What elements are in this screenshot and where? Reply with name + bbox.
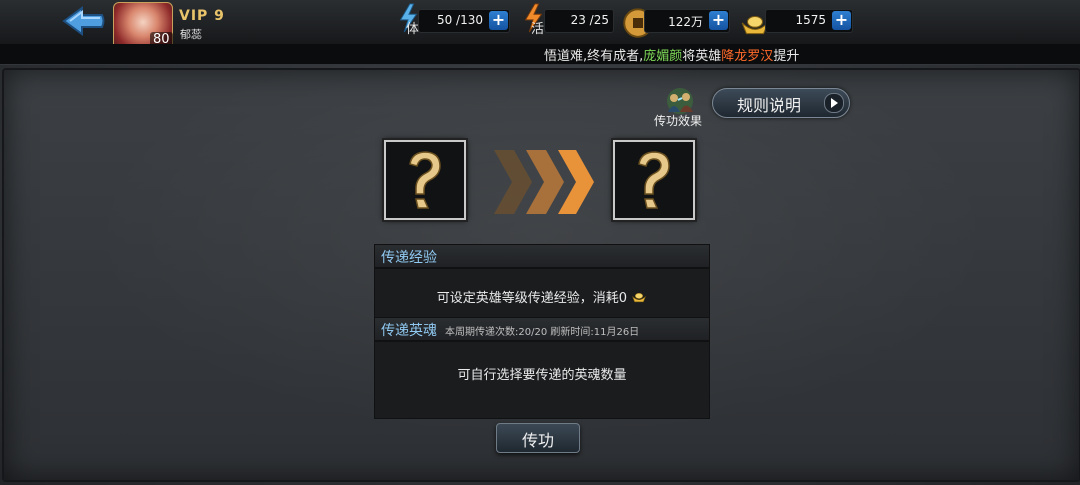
exp-section-body[interactable]: 可设定英雄等级传递经验，消耗0: [374, 268, 710, 318]
ingot-value: 1575: [795, 13, 826, 27]
question-mark-icon: [409, 151, 441, 209]
coin-add-button[interactable]: +: [709, 11, 728, 30]
stamina-add-button[interactable]: +: [489, 11, 508, 30]
coin-counter: 122万 +: [644, 9, 730, 33]
soul-transfer-count: 本周期传递次数:20/20 刷新时间:11月26日: [445, 327, 640, 338]
ticker-hero-name: 降龙罗汉: [721, 49, 774, 64]
play-arrow-icon: [824, 93, 844, 113]
back-button[interactable]: [62, 6, 106, 36]
source-hero-slot[interactable]: [384, 140, 466, 220]
target-hero-slot[interactable]: [613, 140, 695, 220]
transfer-button[interactable]: 传功: [496, 423, 580, 453]
stamina-value: 50 /130: [436, 13, 483, 27]
transfer-button-label: 传功: [521, 431, 554, 450]
coin-value: 122万: [668, 15, 703, 29]
rules-button-label: 规则说明: [737, 96, 802, 115]
transfer-effect-label: 传功效果: [654, 114, 703, 128]
exp-section-text: 可设定英雄等级传递经验，消耗0: [375, 287, 709, 306]
soul-section-title: 传递英魂: [381, 323, 437, 339]
soul-section-body[interactable]: 可自行选择要传递的英魂数量: [374, 341, 710, 419]
exp-section-header: 传递经验: [374, 244, 710, 268]
ticker-player-name: 庞媚颜: [643, 49, 683, 64]
energy-label: 活: [531, 22, 545, 37]
player-name: 郁蕊: [180, 28, 202, 41]
ingot-icon: [632, 292, 647, 303]
energy-counter: 23 /25: [544, 9, 614, 33]
stamina-counter: 50 /130 +: [418, 9, 510, 33]
back-arrow-icon: [62, 6, 105, 36]
rules-button[interactable]: 规则说明: [712, 88, 850, 118]
transfer-direction-arrows-icon: [494, 150, 594, 214]
question-mark-icon: [638, 151, 670, 209]
announcement-ticker: 悟道难,终有成者,庞媚颜将英雄降龙罗汉提升: [0, 44, 1080, 65]
vip-badge: VIP 9: [179, 8, 225, 24]
soul-section-header: 传递英魂 本周期传递次数:20/20 刷新时间:11月26日: [374, 317, 710, 341]
soul-section-text: 可自行选择要传递的英魂数量: [457, 368, 627, 383]
top-bar: 80 VIP 9 郁蕊 体 50 /130 + 活 23 /25 122万 + …: [0, 0, 1080, 52]
ticker-text: 悟道难,终有成者,庞媚颜将英雄降龙罗汉提升: [544, 49, 800, 64]
ingot-add-button[interactable]: +: [832, 11, 851, 30]
energy-value: 23 /25: [570, 13, 609, 27]
ingot-counter: 1575 +: [765, 9, 853, 33]
exp-section-title: 传递经验: [381, 250, 437, 266]
